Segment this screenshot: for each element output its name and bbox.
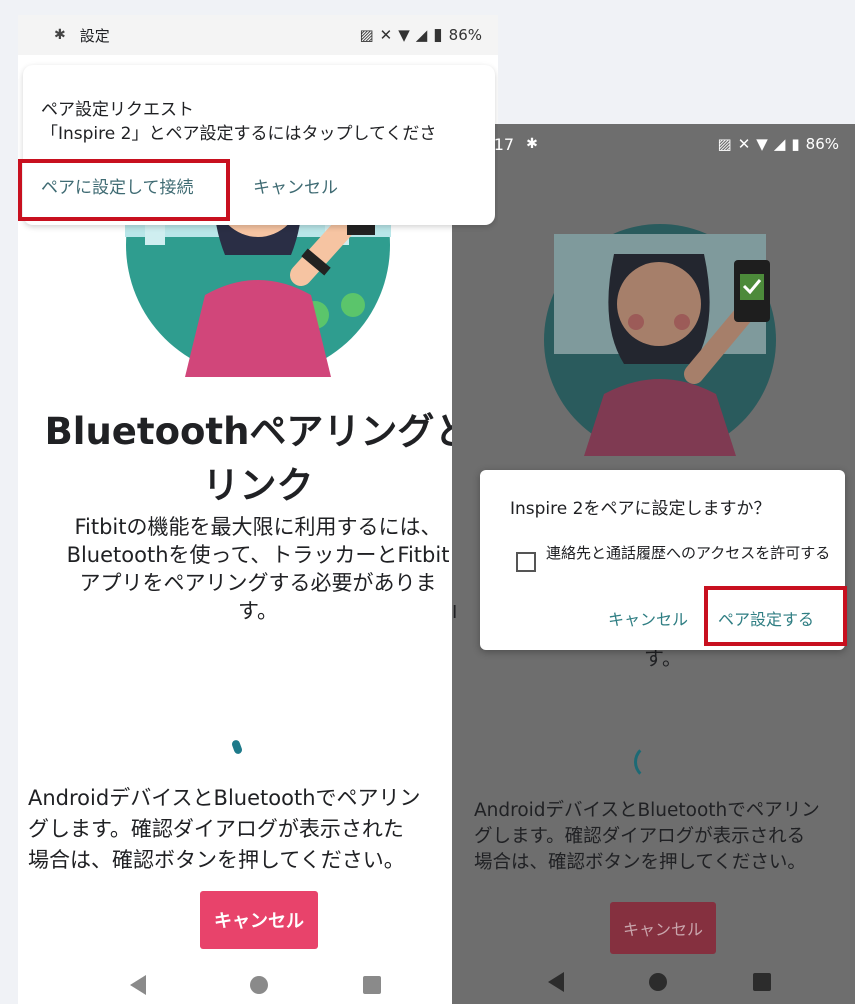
dialog-title: Inspire 2をペアに設定しますか？ — [510, 499, 771, 519]
pairing-instructions: AndroidデバイスとBluetoothでペアリン グします。確認ダイアログが… — [474, 798, 855, 876]
battery-percent: 86% — [805, 135, 839, 153]
back-icon[interactable] — [548, 972, 566, 992]
bluetooth-icon: ✱ — [54, 27, 66, 43]
mute-icon: ✕ — [379, 26, 393, 44]
nfc-icon: ▨ — [717, 135, 732, 153]
obscured-text-fragment: I — [452, 602, 458, 623]
wifi-icon: ▼ — [756, 135, 768, 153]
description-line4: す。 — [238, 599, 278, 623]
dialog-cancel-button[interactable]: キャンセル — [608, 606, 688, 630]
status-icons: ▨ ✕ ▼ ◢ ▮ 86% — [359, 25, 482, 45]
instructions-line3: 場合は、確認ボタンを押してください。 — [474, 852, 806, 873]
page-title-line1: Bluetoothペアリングと — [44, 410, 472, 453]
signal-icon: ◢ — [415, 26, 428, 44]
notification-body: 「Inspire 2」とペア設定するにはタップしてくださ — [41, 124, 437, 144]
notification-cancel-button[interactable]: キャンセル — [253, 173, 338, 198]
cancel-button[interactable]: キャンセル — [610, 902, 716, 954]
highlight-box — [18, 159, 230, 221]
left-phone-screen: ✱ 設定 ▨ ✕ ▼ ◢ ▮ 86% ペア設定リクエスト 「Inspire 2」… — [18, 15, 498, 1004]
notification-title: ペア設定リクエスト — [41, 100, 194, 120]
recents-icon[interactable] — [362, 975, 382, 995]
status-bar: ✱ 設定 ▨ ✕ ▼ ◢ ▮ 86% — [18, 15, 498, 55]
page-title-line2: リンク — [202, 464, 314, 507]
status-icons-right: ▨ ✕ ▼ ◢ ▮ 86% — [718, 135, 839, 153]
battery-icon: ▮ — [433, 25, 443, 45]
battery-icon: ▮ — [791, 135, 800, 153]
description-line2: Bluetoothを使って、トラッカーとFitbit — [66, 543, 450, 567]
instructions-line2: グします。確認ダイアログが表示された — [28, 817, 404, 841]
instructions-line3: 場合は、確認ボタンを押してください。 — [28, 848, 405, 872]
navigation-bar — [452, 962, 855, 1004]
nfc-icon: ▨ — [359, 26, 374, 44]
highlight-box — [704, 586, 847, 646]
home-icon[interactable] — [249, 975, 269, 995]
loading-spinner — [634, 744, 670, 780]
loading-spinner — [230, 739, 244, 755]
cancel-button[interactable]: キャンセル — [200, 891, 318, 949]
recents-icon[interactable] — [752, 972, 772, 992]
status-app-title: 設定 — [79, 26, 110, 45]
contacts-access-checkbox[interactable] — [516, 552, 536, 572]
instructions-line1: AndroidデバイスとBluetoothでペアリン — [474, 800, 820, 821]
description-line1: Fitbitの機能を最大限に利用するには、 — [74, 515, 442, 539]
instructions-line1: AndroidデバイスとBluetoothでペアリン — [28, 786, 421, 810]
wifi-icon: ▼ — [398, 26, 410, 44]
description-line3: アプリをペアリングする必要がありま — [79, 571, 437, 595]
battery-percent: 86% — [448, 26, 482, 44]
navigation-bar — [18, 965, 498, 1004]
bluetooth-icon: ✱ — [526, 136, 538, 152]
pairing-instructions: AndroidデバイスとBluetoothでペアリン グします。確認ダイアログが… — [28, 783, 498, 876]
mute-icon: ✕ — [737, 135, 751, 153]
right-phone-screen: 10:17 ✱ ▨ ✕ ▼ ◢ ▮ 86% ✕ I す。 Inspire 2をペ… — [452, 124, 855, 1004]
checkbox-label[interactable]: 連絡先と通話履歴へのアクセスを許可する — [546, 544, 836, 562]
home-icon[interactable] — [648, 972, 668, 992]
instructions-line2: グします。確認ダイアログが表示される — [474, 826, 806, 847]
status-bar-right: 10:17 ✱ ▨ ✕ ▼ ◢ ▮ 86% — [452, 124, 855, 164]
back-icon[interactable] — [130, 975, 148, 995]
pairing-illustration — [544, 224, 776, 456]
signal-icon: ◢ — [773, 135, 786, 153]
